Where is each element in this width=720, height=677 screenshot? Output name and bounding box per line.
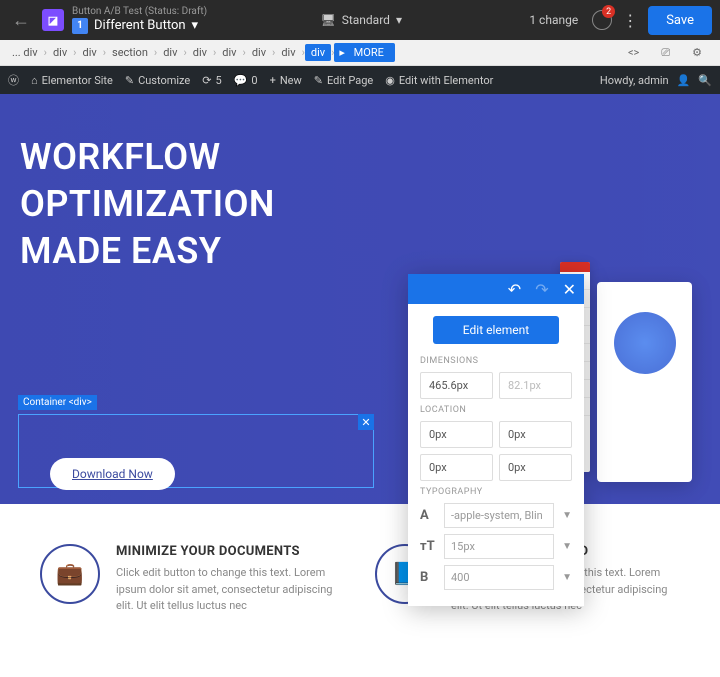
width-input[interactable]	[420, 372, 493, 399]
monitor-icon: 🖥	[320, 13, 335, 27]
dimensions-label: DIMENSIONS	[420, 356, 572, 366]
edit-element-button[interactable]: Edit element	[433, 316, 559, 344]
back-arrow-icon[interactable]: ←	[8, 10, 34, 31]
app-logo-icon: ◪	[42, 9, 64, 31]
location-label: LOCATION	[420, 405, 572, 415]
breadcrumb-item[interactable]: div	[76, 44, 102, 61]
breadcrumb-more[interactable]: ▸ MORE	[334, 43, 394, 62]
preview-card	[597, 282, 692, 482]
selection-close-icon[interactable]: ✕	[358, 414, 374, 430]
notifications-icon[interactable]	[592, 10, 612, 30]
changes-count[interactable]: 1 change	[529, 13, 578, 27]
breadcrumb-item[interactable]: div	[47, 44, 73, 61]
wp-howdy[interactable]: Howdy, admin	[600, 74, 669, 87]
save-button[interactable]: Save	[648, 6, 712, 35]
typography-label: TYPOGRAPHY	[420, 487, 572, 497]
loc-right-input[interactable]	[499, 421, 572, 448]
wordpress-admin-bar: ⓦ ⌂ Elementor Site ✎ Customize ⟳ 5 💬 0 +…	[0, 66, 720, 94]
breadcrumb-item[interactable]: div	[275, 44, 301, 61]
feature-text: Click edit button to change this text. L…	[116, 565, 345, 615]
breadcrumb-item[interactable]: section	[106, 44, 154, 61]
font-family-input[interactable]	[444, 503, 554, 528]
code-icon[interactable]: <>	[622, 44, 645, 62]
device-selector[interactable]: 🖥 Standard ▾	[320, 13, 402, 27]
loc-left-input[interactable]	[499, 454, 572, 481]
hero-section: WORKFLOW OPTIMIZATION MADE EASY Containe…	[0, 94, 720, 504]
wp-updates[interactable]: ⟳ 5	[202, 74, 221, 87]
breadcrumb-item[interactable]: div	[216, 44, 242, 61]
wp-edit-elementor[interactable]: ◉ Edit with Elementor	[385, 74, 493, 87]
chevron-down-icon: ▾	[192, 18, 199, 34]
avatar-icon[interactable]: 👤	[677, 74, 691, 87]
feature-card: 💼 MINIMIZE YOUR DOCUMENTS Click edit but…	[40, 544, 345, 615]
selection-label: Container <div>	[18, 395, 97, 410]
variant-name: Different Button	[94, 18, 186, 34]
undo-icon[interactable]: ↶	[508, 280, 521, 299]
settings-gear-icon[interactable]: ⚙	[686, 44, 708, 62]
dom-breadcrumb: ... div› div› div› section› div› div› di…	[0, 40, 720, 66]
search-icon[interactable]: 🔍	[698, 74, 712, 87]
font-weight-icon: B	[420, 570, 436, 585]
height-input[interactable]	[499, 372, 572, 399]
features-section: 💼 MINIMIZE YOUR DOCUMENTS Click edit but…	[0, 504, 720, 635]
breadcrumb-item-active[interactable]: div	[305, 44, 331, 61]
download-button[interactable]: Download Now	[50, 458, 175, 490]
chevron-down-icon[interactable]: ▼	[562, 572, 572, 583]
font-size-icon: тT	[420, 539, 436, 554]
font-size-input[interactable]	[444, 534, 554, 559]
feature-title: MINIMIZE YOUR DOCUMENTS	[116, 544, 345, 559]
chevron-down-icon[interactable]: ▼	[562, 541, 572, 552]
wp-site-link[interactable]: ⌂ Elementor Site	[31, 74, 113, 87]
loc-top-input[interactable]	[420, 421, 493, 448]
experiment-status: Button A/B Test (Status: Draft)	[72, 6, 207, 18]
font-icon: A	[420, 508, 436, 523]
element-inspector: ↶ ↷ ✕ Edit element DIMENSIONS LOCATION T…	[408, 274, 584, 606]
breadcrumb-item[interactable]: ... div	[6, 44, 44, 61]
chevron-down-icon: ▾	[396, 13, 402, 27]
variant-selector[interactable]: 1 Different Button ▾	[72, 18, 207, 34]
variant-number: 1	[72, 18, 88, 34]
wp-comments[interactable]: 💬 0	[234, 74, 258, 87]
loc-bottom-input[interactable]	[420, 454, 493, 481]
device-icon[interactable]: ⎚	[655, 44, 676, 62]
breadcrumb-item[interactable]: div	[157, 44, 183, 61]
breadcrumb-item[interactable]: div	[246, 44, 272, 61]
close-icon[interactable]: ✕	[563, 280, 576, 299]
redo-icon[interactable]: ↷	[535, 280, 548, 299]
wp-logo-icon[interactable]: ⓦ	[8, 72, 19, 88]
briefcase-icon: 💼	[40, 544, 100, 604]
hero-title: WORKFLOW OPTIMIZATION MADE EASY	[20, 134, 700, 274]
breadcrumb-item[interactable]: div	[187, 44, 213, 61]
kebab-menu-icon[interactable]: ⋮	[622, 11, 638, 30]
wp-edit-page[interactable]: ✎ Edit Page	[314, 74, 373, 87]
wp-new[interactable]: + New	[270, 74, 302, 87]
app-topbar: ← ◪ Button A/B Test (Status: Draft) 1 Di…	[0, 0, 720, 40]
font-weight-input[interactable]	[444, 565, 554, 590]
chevron-down-icon[interactable]: ▼	[562, 510, 572, 521]
wp-customize[interactable]: ✎ Customize	[125, 74, 190, 87]
